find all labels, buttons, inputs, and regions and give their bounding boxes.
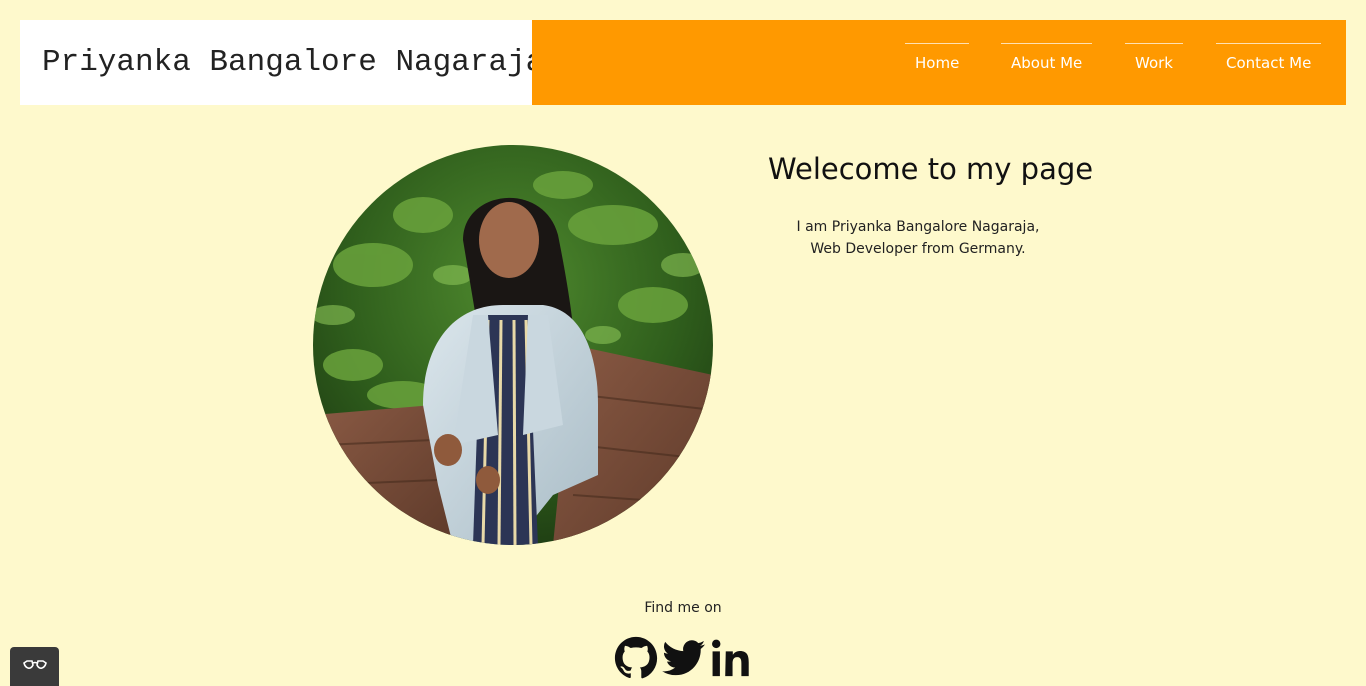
linkedin-icon[interactable] <box>710 636 754 680</box>
main-nav: Home About Me Work Contact Me <box>532 20 1346 105</box>
social-links <box>614 636 754 680</box>
brand-box: Priyanka Bangalore Nagaraja <box>20 20 544 105</box>
intro-text: I am Priyanka Bangalore Nagaraja, Web De… <box>796 219 1040 257</box>
accessibility-widget-button[interactable] <box>10 647 59 686</box>
profile-photo <box>313 145 713 545</box>
site-title: Priyanka Bangalore Nagaraja <box>42 45 545 80</box>
github-icon[interactable] <box>614 636 658 680</box>
find-me-label: Find me on <box>644 600 722 616</box>
nav-item-home[interactable]: Home <box>905 43 970 72</box>
site-header: Priyanka Bangalore Nagaraja Home About M… <box>20 20 1346 105</box>
nav-item-contact-me[interactable]: Contact Me <box>1216 43 1322 72</box>
nav-item-work[interactable]: Work <box>1125 43 1183 72</box>
glasses-icon <box>22 657 48 676</box>
nav-item-about-me[interactable]: About Me <box>1001 43 1093 72</box>
page-heading: Welecome to my page <box>768 152 1094 186</box>
twitter-icon[interactable] <box>662 636 706 680</box>
